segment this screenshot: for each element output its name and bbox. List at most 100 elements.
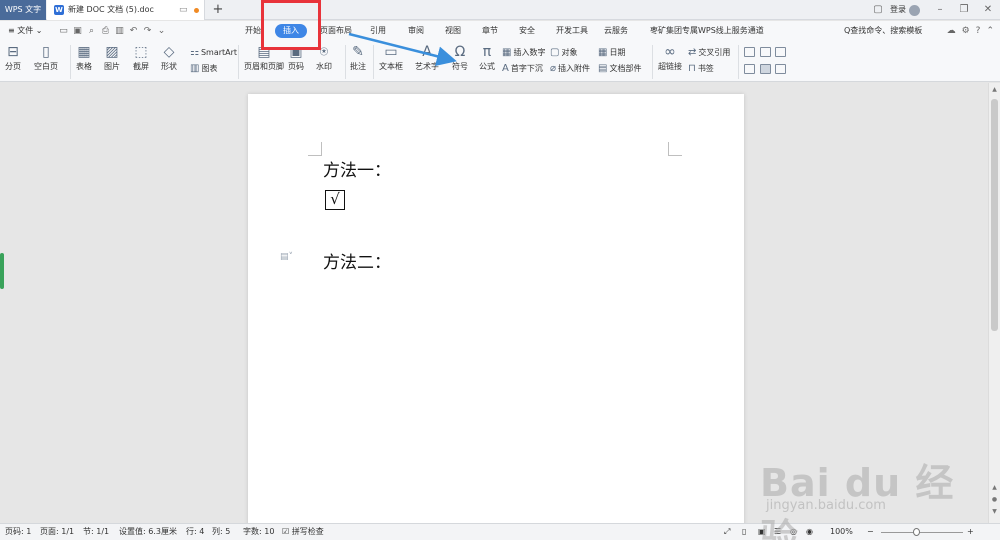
monitor-icon[interactable]: ▭ [179,5,188,15]
textbox-button[interactable]: ▭ 文本框 [379,43,403,73]
baidu-watermark: Bai du 经验 jingyan.baidu.com [760,432,980,540]
watermark-url: jingyan.baidu.com [766,498,886,513]
cloud-icon[interactable]: ☁ [947,26,956,36]
tab-security[interactable]: 安全 [519,24,535,38]
scroll-center-icon[interactable]: ● [989,495,1000,505]
app-tab[interactable]: WPS 文字 [0,0,46,20]
layout-option-1-icon[interactable] [744,47,755,57]
new-tab-button[interactable]: + [210,0,226,20]
drop-cap-icon: A [502,63,509,74]
status-wordcount[interactable]: 字数: 10 [243,524,274,540]
paperclip-icon: ⌀ [550,63,557,74]
minimize-icon[interactable]: – [928,0,952,20]
tab-chapter[interactable]: 章节 [482,24,498,38]
fullscreen-icon[interactable]: ⤢ [724,524,730,540]
tab-custom-service[interactable]: 枣矿集团专属WPS线上服务通道 [650,24,764,38]
vertical-scrollbar[interactable]: ▲ ▲ ● ▼ [988,83,1000,523]
hyperlink-button[interactable]: ∞ 超链接 [658,43,682,73]
shape-button[interactable]: ◇ 形状 [161,43,177,73]
insert-number-icon: ▦ [502,47,512,58]
scroll-up-icon[interactable]: ▲ [989,85,1000,95]
object-button[interactable]: ▢ 对象 [550,46,577,60]
layout-option-3-icon[interactable] [775,47,786,57]
side-panel-handle[interactable] [0,253,4,289]
document-tab[interactable]: W 新建 DOC 文档 (5).doc ▭ [47,0,205,20]
table-button[interactable]: ▦ 表格 [76,43,92,73]
drop-cap-button[interactable]: A 首字下沉 [502,62,543,76]
restore-icon[interactable]: ❐ [952,0,976,20]
doc-parts-button[interactable]: ▤ 文档部件 [598,62,641,76]
symbol-button[interactable]: Ω 符号 [452,43,468,73]
page-break-button[interactable]: ⊟ 分页 [5,43,21,73]
layout-option-5-icon[interactable] [760,64,771,74]
smartart-icon: ⚏ [190,47,199,58]
skin-icon[interactable]: ▢ [866,0,890,20]
collapse-icon[interactable]: ⌃ [986,26,994,36]
settings-icon[interactable]: ⚙ [962,26,970,36]
image-button[interactable]: ▨ 图片 [104,43,120,73]
menu-right-tools: ☁ ⚙ ? ⌃ [947,21,994,41]
formula-button[interactable]: π 公式 [479,43,495,73]
margin-corner-mark [308,142,322,156]
wordart-button[interactable]: A 艺术字 [415,43,439,73]
calendar-icon: ▦ [598,47,608,58]
layout-option-2-icon[interactable] [760,47,771,57]
format-painter-icon[interactable]: ▥ [114,26,125,36]
spellcheck-button[interactable]: ☑ 拼写检查 [282,524,324,540]
redo-icon[interactable]: ↷ [142,26,153,36]
doc-paragraph[interactable]: 方法二： [323,248,391,273]
pi-icon: π [482,44,492,60]
document-page[interactable]: 方法一： √ 方法二： [248,94,744,534]
smartart-button[interactable]: ⚏ SmartArt [190,46,237,60]
reading-mode-icon[interactable]: ▯ [742,524,746,540]
checkbox-symbol[interactable]: √ [325,190,345,210]
cross-reference-icon: ⇄ [688,47,697,58]
help-icon[interactable]: ? [976,26,981,36]
status-column: 列: 5 [212,527,231,536]
separator [373,45,374,79]
date-button[interactable]: ▦ 日期 [598,46,625,60]
doc-paragraph[interactable]: 方法一： [323,156,391,181]
cross-reference-button[interactable]: ⇄ 交叉引用 [688,46,730,60]
insert-number-button[interactable]: ▦ 插入数字 [502,46,545,60]
print-icon[interactable]: ⎙ [100,26,111,36]
screenshot-button[interactable]: ⬚ 截屏 [133,43,149,73]
page-break-icon: ⊟ [7,44,19,60]
bookmark-icon: ⊓ [688,63,696,74]
separator [70,45,71,79]
comment-button[interactable]: ✎ 批注 [350,43,366,73]
tab-references[interactable]: 引用 [370,24,386,38]
margin-corner-mark [668,142,682,156]
link-icon: ∞ [664,44,676,60]
blank-page-button[interactable]: ▯ 空白页 [34,43,58,73]
chart-button[interactable]: ▥ 图表 [190,62,217,76]
layout-option-6-icon[interactable] [775,64,786,74]
login-button[interactable]: 登录 [890,0,906,20]
tab-start[interactable]: 开始 [245,24,261,38]
tab-developer[interactable]: 开发工具 [556,24,588,38]
attachment-button[interactable]: ⌀ 插入附件 [550,62,590,76]
save-icon[interactable]: ▣ [72,26,83,36]
tab-review[interactable]: 审阅 [408,24,424,38]
doc-parts-icon: ▤ [598,63,608,74]
scroll-down-page-icon[interactable]: ▼ [989,507,1000,517]
image-icon: ▨ [105,44,119,60]
scrollbar-thumb[interactable] [991,99,998,331]
tab-cloud[interactable]: 云服务 [604,24,628,38]
scroll-up-page-icon[interactable]: ▲ [989,483,1000,493]
paragraph-handle-icon[interactable]: ▤˅ [280,252,293,262]
more-icon[interactable]: ⌄ [156,26,167,36]
avatar[interactable] [909,4,920,16]
baidu-logo: Bai du 经验 [760,461,955,540]
close-icon[interactable]: ✕ [976,0,1000,20]
file-menu[interactable]: ≡ 文件 ⌄ [8,21,43,41]
undo-icon[interactable]: ↶ [128,26,139,36]
open-icon[interactable]: ▭ [58,26,69,36]
search-command-input[interactable]: Q查找命令、搜索模板 [844,21,922,41]
bookmark-button[interactable]: ⊓ 书签 [688,62,714,76]
tab-page-layout[interactable]: 页面布局 [320,24,352,38]
print-preview-icon[interactable]: ⌕ [86,26,97,36]
wps-writer-icon: W [54,5,64,15]
layout-option-4-icon[interactable] [744,64,755,74]
tab-view[interactable]: 视图 [445,24,461,38]
